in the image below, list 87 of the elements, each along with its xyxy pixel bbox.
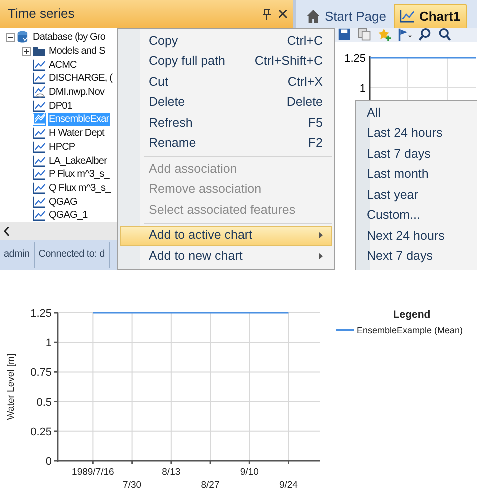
line-chart-icon xyxy=(33,127,46,140)
close-icon[interactable] xyxy=(279,10,287,18)
linked-chart-icon xyxy=(33,86,46,100)
menu-item[interactable]: Next 7 days xyxy=(356,246,477,267)
axis-tick-label: 0 xyxy=(46,456,52,468)
menu-item[interactable]: Cut Ctrl+X xyxy=(120,72,332,92)
axis-tick-label: 8/13 xyxy=(162,467,181,478)
menu-item[interactable]: Last year xyxy=(356,185,477,206)
shortcut-text: Ctrl+C xyxy=(287,32,323,50)
tree-item[interactable]: QGAG_1 xyxy=(48,209,89,222)
flag-icon[interactable] xyxy=(398,28,412,42)
scroll-left-icon[interactable] xyxy=(4,226,10,236)
tree-item[interactable]: P Flux m^3_s_ xyxy=(48,168,110,182)
tree-item[interactable]: LA_LakeAlber xyxy=(48,154,108,168)
axis-title: Water Level [m] xyxy=(6,354,17,420)
legend-label: EnsembleExample (Mean) xyxy=(357,326,464,336)
axis-tick-label: 9/10 xyxy=(240,467,259,478)
copy-icon[interactable] xyxy=(358,28,372,42)
tree-item[interactable]: Database (by Gro xyxy=(32,31,107,44)
axis-tick-label: 1 xyxy=(360,83,366,95)
menu-item[interactable]: Copy Ctrl+C xyxy=(120,31,332,52)
axis-tick-label: 0.25 xyxy=(30,426,52,438)
line-chart-icon xyxy=(33,209,46,222)
status-text: admin xyxy=(0,242,35,268)
menu-item[interactable]: Add to new chart xyxy=(120,246,332,266)
menu-item[interactable]: Add to active chart xyxy=(120,226,332,246)
shortcut-text: Delete xyxy=(286,94,323,112)
pin-icon[interactable] xyxy=(263,8,271,20)
collapse-icon[interactable] xyxy=(6,33,15,42)
shortcut-text: F5 xyxy=(308,114,323,132)
tree-item[interactable]: Models and S xyxy=(48,45,106,58)
line-chart-icon xyxy=(400,8,416,24)
menu-item[interactable]: Last 7 days xyxy=(356,144,477,164)
database-icon xyxy=(17,31,30,44)
folder-icon xyxy=(33,45,46,58)
axis-line xyxy=(369,56,371,100)
axis-tick-label: 8/27 xyxy=(201,480,220,490)
legend-title: Legend xyxy=(393,309,431,321)
shortcut-text: Ctrl+X xyxy=(288,74,323,91)
status-text: Connected to: d xyxy=(34,242,110,268)
panel-title: Time series xyxy=(8,5,75,24)
save-icon[interactable] xyxy=(338,28,352,42)
line-chart-icon xyxy=(33,72,46,86)
multi-line-chart-icon xyxy=(33,113,46,126)
line-chart-icon xyxy=(33,168,46,182)
zoom-icon[interactable] xyxy=(418,28,432,42)
axis-tick-label: 0.5 xyxy=(36,396,52,409)
tree-item[interactable]: DP01 xyxy=(48,100,74,113)
menu-item[interactable]: Refresh F5 xyxy=(120,113,332,134)
line-chart-icon xyxy=(33,100,46,113)
home-icon xyxy=(306,8,321,24)
axis-tick-label: 9/24 xyxy=(279,480,298,490)
axis-tick-label: 7/30 xyxy=(123,480,142,490)
line-chart-icon xyxy=(33,196,46,209)
expand-icon[interactable] xyxy=(22,47,31,56)
axis-tick-label: 1989/7/16 xyxy=(72,467,114,478)
axis-tick-label: 0.75 xyxy=(30,367,52,380)
line-chart-icon xyxy=(33,154,46,168)
menu-item[interactable]: Rename F2 xyxy=(120,134,332,154)
menu-item[interactable]: Copy full path Ctrl+Shift+C xyxy=(120,52,332,72)
submenu-arrow-icon xyxy=(319,232,323,240)
zoom-icon[interactable] xyxy=(438,28,452,42)
axis-tick-label: 1.25 xyxy=(30,308,52,320)
tab[interactable]: Start Page xyxy=(300,4,392,28)
tree-item[interactable]: Q Flux m^3_s_ xyxy=(48,182,112,195)
star-icon[interactable] xyxy=(378,28,392,42)
tree-item[interactable]: H Water Dept xyxy=(48,127,106,140)
axis-tick-label: 1 xyxy=(46,338,52,350)
shortcut-text: Ctrl+Shift+C xyxy=(254,53,323,70)
tree-item[interactable]: HPCP xyxy=(48,140,76,154)
menu-item[interactable]: Delete Delete xyxy=(120,92,332,113)
line-chart-icon xyxy=(33,182,46,195)
tab[interactable]: Chart1 xyxy=(394,4,467,28)
line-chart-icon xyxy=(33,58,46,72)
shortcut-text: F2 xyxy=(308,135,323,152)
menu-item[interactable]: Next 24 hours xyxy=(356,226,477,246)
menu-item[interactable]: Last month xyxy=(356,164,477,185)
tree-item[interactable]: DMI.nwp.Nov xyxy=(48,86,106,100)
menu-item[interactable]: Last 24 hours xyxy=(356,124,477,144)
menu-item[interactable]: Custom... xyxy=(356,206,477,226)
menu-item[interactable]: All xyxy=(356,103,477,124)
line-chart-icon xyxy=(33,140,46,154)
tree-item[interactable]: DISCHARGE, ( xyxy=(48,72,114,86)
axis-tick-label: 1.25 xyxy=(344,53,366,65)
tree-item[interactable]: ACMC xyxy=(48,58,78,72)
submenu-arrow-icon xyxy=(319,252,323,260)
tree-item[interactable]: QGAG xyxy=(48,196,78,209)
